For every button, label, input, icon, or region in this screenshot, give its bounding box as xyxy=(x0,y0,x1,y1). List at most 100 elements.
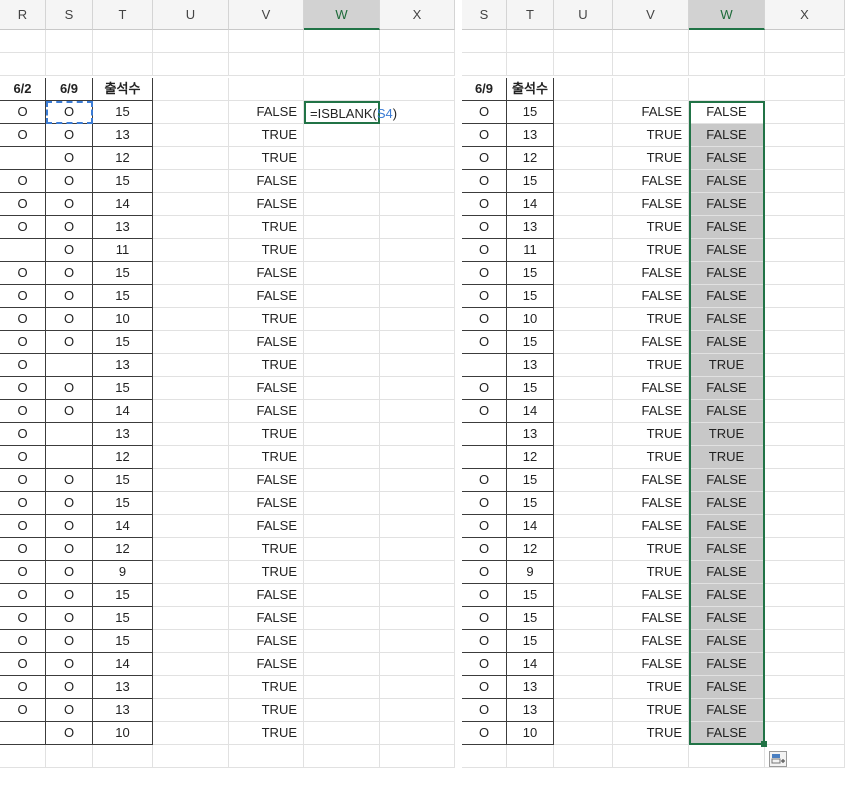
grid-cell[interactable] xyxy=(153,538,229,561)
grid-cell[interactable] xyxy=(304,722,380,745)
grid-cell[interactable] xyxy=(380,423,455,446)
grid-cell[interactable] xyxy=(765,53,845,76)
grid-cell[interactable] xyxy=(765,216,845,239)
grid-cell[interactable] xyxy=(554,193,613,216)
grid-cell[interactable] xyxy=(765,285,845,308)
table-cell-s[interactable]: O xyxy=(46,607,93,630)
grid-cell[interactable] xyxy=(153,216,229,239)
grid-cell[interactable] xyxy=(613,745,689,768)
grid-cell[interactable] xyxy=(304,630,380,653)
grid-cell[interactable] xyxy=(554,653,613,676)
fill-handle[interactable] xyxy=(761,741,767,747)
header-cell-6-2[interactable]: 6/2 xyxy=(0,78,46,101)
result-cell-v[interactable]: FALSE xyxy=(613,584,689,607)
table-cell-s[interactable]: O xyxy=(46,193,93,216)
result-cell-v[interactable]: FALSE xyxy=(613,515,689,538)
grid-cell[interactable] xyxy=(304,515,380,538)
result-cell-v[interactable]: TRUE xyxy=(613,423,689,446)
table-cell-t[interactable]: 15 xyxy=(93,377,153,400)
grid-cell[interactable] xyxy=(380,469,455,492)
result-cell-v[interactable]: TRUE xyxy=(613,676,689,699)
grid-cell[interactable] xyxy=(153,400,229,423)
grid-cell[interactable] xyxy=(462,30,507,53)
grid-cell[interactable] xyxy=(765,630,845,653)
table-cell-r[interactable]: O xyxy=(0,124,46,147)
table-cell-s[interactable]: O xyxy=(46,377,93,400)
grid-cell[interactable] xyxy=(304,584,380,607)
result-cell-v[interactable]: TRUE xyxy=(613,561,689,584)
table-cell-t[interactable]: 13 xyxy=(93,423,153,446)
table-cell-r[interactable]: O xyxy=(0,285,46,308)
grid-cell[interactable] xyxy=(153,492,229,515)
table-cell-s[interactable]: O xyxy=(462,101,507,124)
grid-cell[interactable] xyxy=(0,53,46,76)
grid-cell[interactable] xyxy=(765,331,845,354)
grid-cell[interactable] xyxy=(765,722,845,745)
grid-cell[interactable] xyxy=(380,699,455,722)
grid-cell[interactable] xyxy=(93,53,153,76)
table-cell-t[interactable]: 15 xyxy=(93,285,153,308)
grid-cell[interactable] xyxy=(153,354,229,377)
grid-cell[interactable] xyxy=(304,492,380,515)
paste-options-icon[interactable] xyxy=(769,751,787,767)
table-cell-t[interactable]: 15 xyxy=(507,584,554,607)
grid-cell[interactable] xyxy=(689,745,765,768)
grid-cell[interactable] xyxy=(380,78,455,101)
result-cell-w[interactable]: FALSE xyxy=(689,653,765,676)
table-cell-t[interactable]: 13 xyxy=(507,699,554,722)
table-cell-t[interactable]: 13 xyxy=(93,124,153,147)
table-cell-s[interactable]: O xyxy=(46,676,93,699)
table-cell-t[interactable]: 15 xyxy=(507,285,554,308)
grid-cell[interactable] xyxy=(380,239,455,262)
formula-edit-cell[interactable]: =ISBLANK(S4) xyxy=(304,101,397,124)
column-header-r[interactable]: R xyxy=(0,0,46,30)
table-cell-t[interactable]: 15 xyxy=(507,469,554,492)
table-cell-r[interactable]: O xyxy=(0,515,46,538)
grid-cell[interactable] xyxy=(765,584,845,607)
table-cell-s[interactable]: O xyxy=(462,653,507,676)
grid-cell[interactable] xyxy=(765,469,845,492)
table-cell-t[interactable]: 13 xyxy=(507,676,554,699)
grid-cell[interactable] xyxy=(765,538,845,561)
grid-cell[interactable] xyxy=(153,262,229,285)
result-cell-w[interactable]: FALSE xyxy=(689,492,765,515)
column-header-w[interactable]: W xyxy=(689,0,765,30)
grid-cell[interactable] xyxy=(304,745,380,768)
grid-cell[interactable] xyxy=(304,53,380,76)
table-cell-r[interactable]: O xyxy=(0,699,46,722)
result-cell-v[interactable]: TRUE xyxy=(613,699,689,722)
grid-cell[interactable] xyxy=(765,492,845,515)
result-cell-w[interactable]: FALSE xyxy=(689,676,765,699)
table-cell-t[interactable]: 15 xyxy=(93,584,153,607)
grid-cell[interactable] xyxy=(153,745,229,768)
table-cell-r[interactable]: O xyxy=(0,630,46,653)
table-cell-s[interactable]: O xyxy=(46,331,93,354)
result-cell-w[interactable]: FALSE xyxy=(689,147,765,170)
table-cell-t[interactable]: 9 xyxy=(507,561,554,584)
result-cell-v[interactable]: FALSE xyxy=(613,193,689,216)
table-cell-s[interactable]: O xyxy=(46,561,93,584)
grid-cell[interactable] xyxy=(689,78,765,101)
column-header-s[interactable]: S xyxy=(46,0,93,30)
column-header-w[interactable]: W xyxy=(304,0,380,30)
result-cell-w[interactable]: FALSE xyxy=(689,193,765,216)
grid-cell[interactable] xyxy=(380,170,455,193)
table-cell-s[interactable]: O xyxy=(46,538,93,561)
result-cell-v[interactable]: FALSE xyxy=(229,515,304,538)
result-cell-w[interactable]: FALSE xyxy=(689,262,765,285)
grid-cell[interactable] xyxy=(153,630,229,653)
result-cell-v[interactable]: TRUE xyxy=(229,354,304,377)
table-cell-s[interactable]: O xyxy=(462,377,507,400)
grid-cell[interactable] xyxy=(380,53,455,76)
grid-cell[interactable] xyxy=(554,170,613,193)
table-cell-t[interactable]: 15 xyxy=(507,630,554,653)
table-cell-t[interactable]: 15 xyxy=(507,492,554,515)
grid-cell[interactable] xyxy=(153,30,229,53)
result-cell-v[interactable]: FALSE xyxy=(229,170,304,193)
table-cell-r[interactable]: O xyxy=(0,170,46,193)
grid-cell[interactable] xyxy=(554,377,613,400)
table-cell-s[interactable]: O xyxy=(462,492,507,515)
table-cell-s[interactable]: O xyxy=(46,216,93,239)
result-cell-w[interactable]: FALSE xyxy=(689,124,765,147)
grid-cell[interactable] xyxy=(380,722,455,745)
